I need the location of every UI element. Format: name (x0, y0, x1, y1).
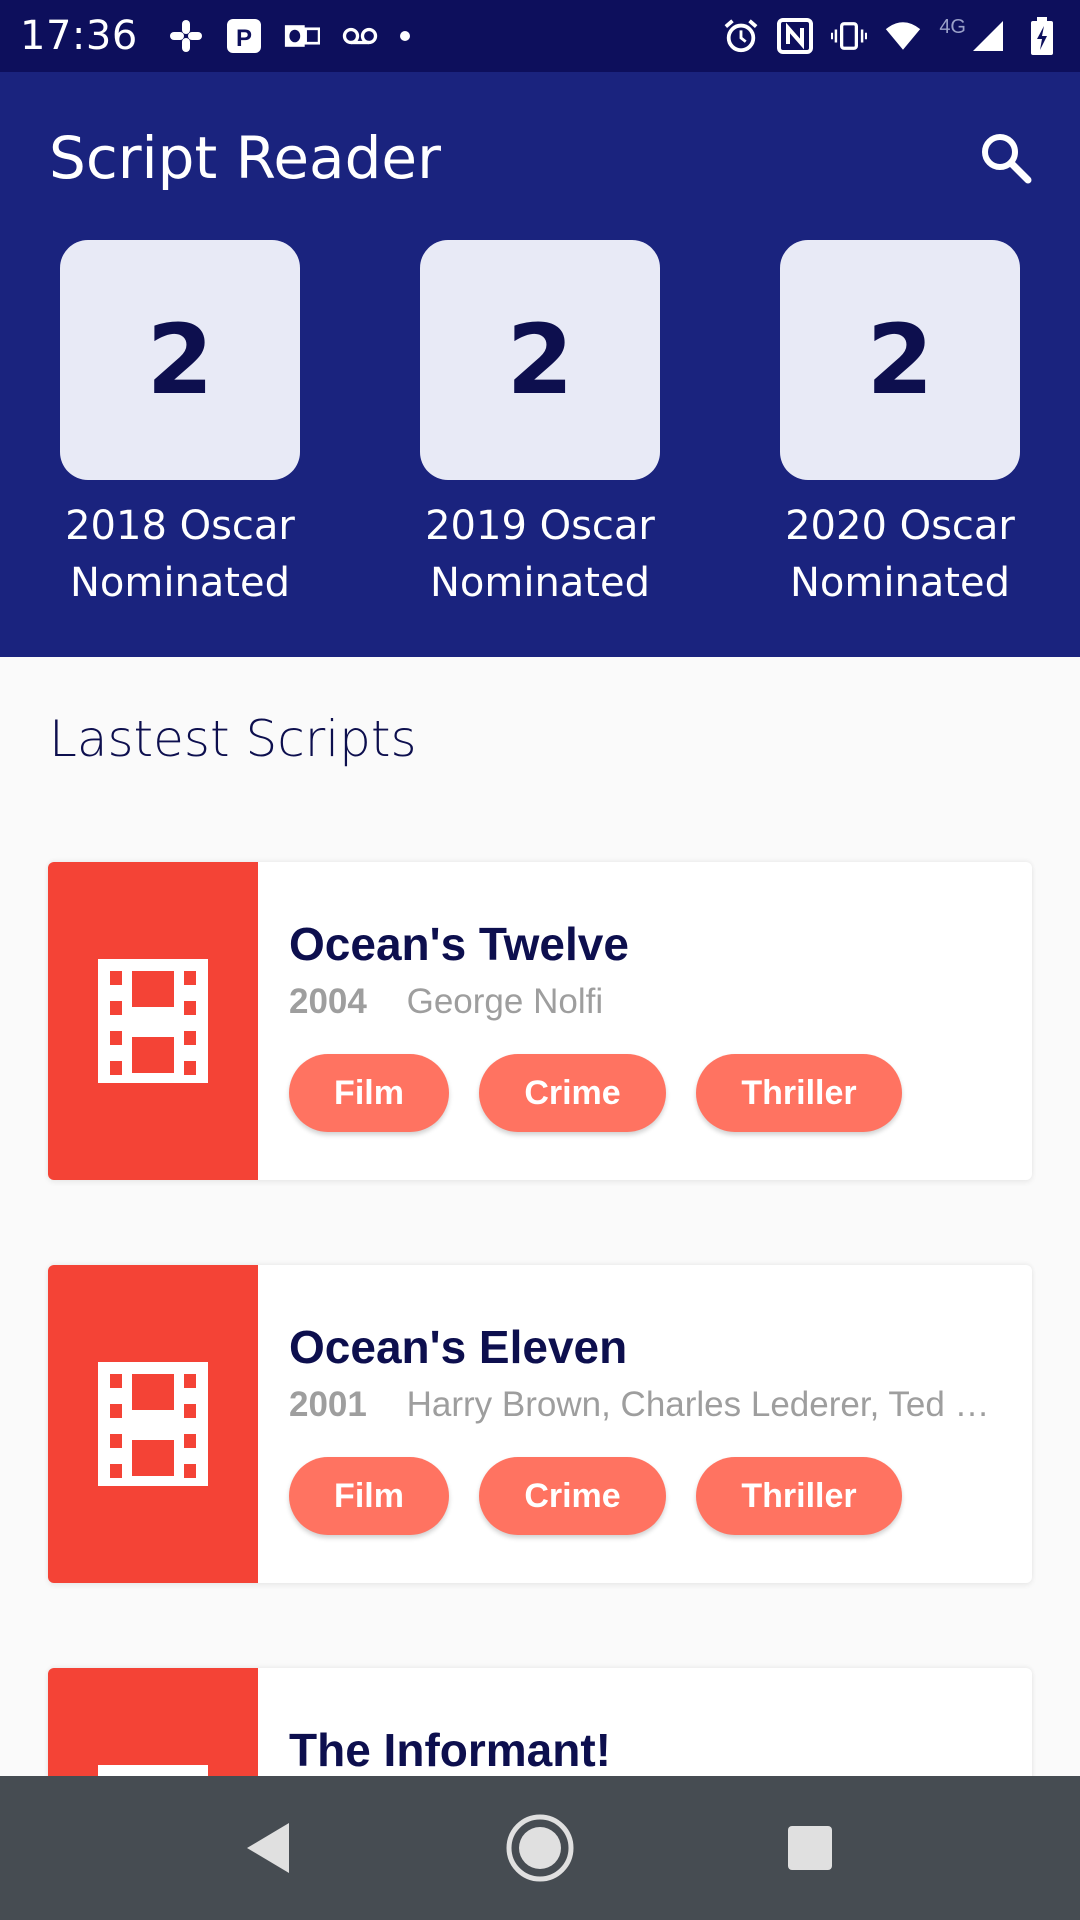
stat-value: 2 (506, 304, 574, 416)
script-title: Ocean's Eleven (289, 1321, 628, 1373)
voicemail-icon (342, 18, 378, 54)
section-title: Lastest Scripts (49, 710, 417, 768)
status-bar: 17:36 P 4G (0, 0, 1080, 72)
script-writers: Harry Brown, Charles Lederer, Ted G... (406, 1385, 1009, 1424)
stat-2020-oscar[interactable]: 2 2020 Oscar Nominated (750, 240, 1050, 612)
nfc-icon (777, 18, 814, 54)
search-icon (982, 134, 1032, 184)
outlook-icon (284, 18, 320, 54)
back-button[interactable] (218, 1798, 318, 1898)
script-tags: Film Crime Thriller (289, 1457, 902, 1535)
app-title: Script Reader (49, 124, 441, 192)
script-writers: George Nolfi (406, 982, 604, 1021)
script-thumbnail (48, 1265, 258, 1583)
tag-film[interactable]: Film (289, 1457, 449, 1535)
stat-label-line1: 2018 Oscar (65, 503, 295, 549)
recents-icon (788, 1826, 832, 1870)
home-button[interactable] (490, 1798, 590, 1898)
wifi-icon (885, 18, 921, 54)
stat-box: 2 (60, 240, 300, 480)
network-type-label: 4G (939, 15, 966, 38)
stat-label-line1: 2020 Oscar (785, 503, 1015, 549)
script-card[interactable]: Ocean's Eleven 2001 Harry Brown, Charles… (48, 1265, 1032, 1583)
tag-crime[interactable]: Crime (479, 1457, 666, 1535)
script-card[interactable]: Ocean's Twelve 2004 George Nolfi Film Cr… (48, 862, 1032, 1180)
stat-label-line1: 2019 Oscar (425, 503, 655, 549)
tag-crime[interactable]: Crime (479, 1054, 666, 1132)
script-meta: 2001 Harry Brown, Charles Lederer, Ted G… (289, 1385, 1009, 1425)
stat-2018-oscar[interactable]: 2 2018 Oscar Nominated (30, 240, 330, 612)
navigation-bar (0, 1776, 1080, 1920)
stat-label-line2: Nominated (429, 560, 650, 606)
battery-icon (1024, 17, 1060, 55)
back-icon (247, 1823, 289, 1873)
stat-label-line2: Nominated (69, 560, 290, 606)
stat-label: 2018 Oscar Nominated (65, 498, 295, 612)
script-thumbnail (48, 862, 258, 1180)
script-meta: 2004 George Nolfi (289, 982, 1009, 1022)
script-year: 2001 (289, 1385, 367, 1424)
stat-box: 2 (780, 240, 1020, 480)
status-time: 17:36 (20, 13, 138, 59)
stat-value: 2 (146, 304, 214, 416)
script-title: The Informant! (289, 1724, 611, 1776)
alarm-icon (723, 18, 759, 54)
svg-text:P: P (236, 25, 252, 52)
vibrate-icon (831, 18, 868, 54)
stat-label: 2020 Oscar Nominated (785, 498, 1015, 612)
home-icon (506, 1814, 574, 1882)
stat-label-line2: Nominated (789, 560, 1010, 606)
tag-film[interactable]: Film (289, 1054, 449, 1132)
slack-icon (168, 18, 204, 54)
film-icon (98, 959, 208, 1083)
stat-label: 2019 Oscar Nominated (425, 498, 655, 612)
notification-icons: P (168, 18, 410, 54)
parking-icon: P (226, 18, 262, 54)
film-icon (98, 1362, 208, 1486)
stat-box: 2 (420, 240, 660, 480)
system-icons: 4G (723, 15, 1060, 55)
recents-button[interactable] (760, 1798, 860, 1898)
cell-signal-icon (970, 18, 1006, 54)
stat-2019-oscar[interactable]: 2 2019 Oscar Nominated (390, 240, 690, 612)
script-year: 2004 (289, 982, 367, 1021)
script-tags: Film Crime Thriller (289, 1054, 902, 1132)
script-title: Ocean's Twelve (289, 918, 629, 970)
app-header: Script Reader 2 2018 Oscar Nominated 2 2… (0, 72, 1080, 657)
search-button[interactable] (970, 122, 1042, 194)
tag-thriller[interactable]: Thriller (696, 1457, 902, 1535)
stat-value: 2 (866, 304, 934, 416)
dot-icon (399, 31, 410, 41)
tag-thriller[interactable]: Thriller (696, 1054, 902, 1132)
